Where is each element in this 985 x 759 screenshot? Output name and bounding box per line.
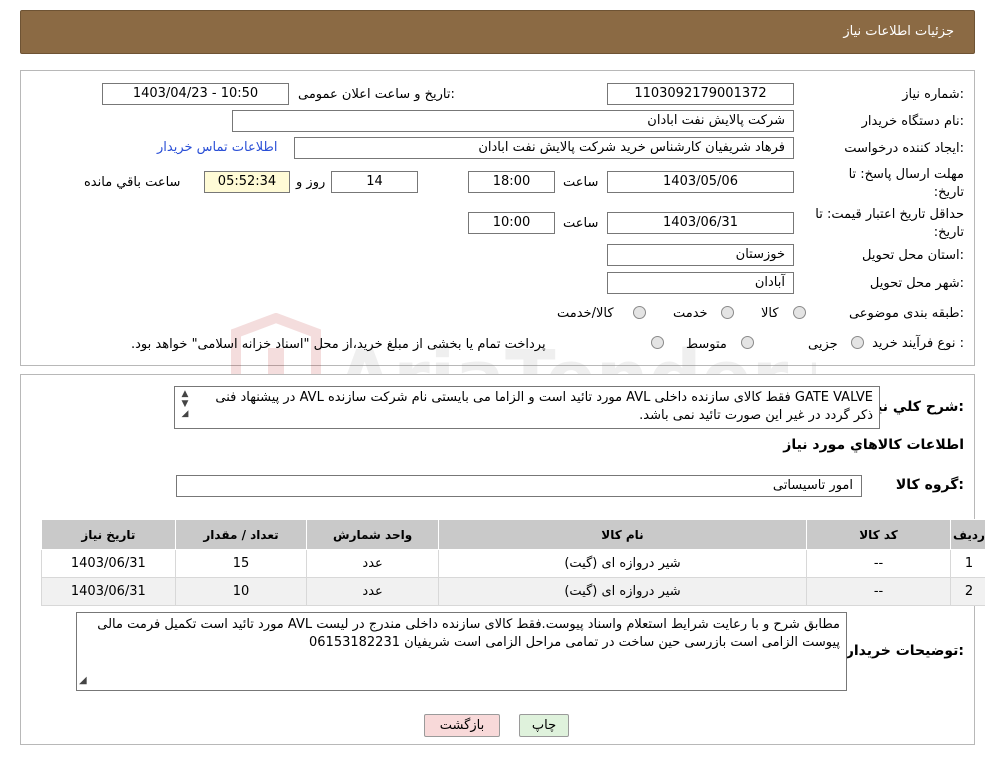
validity-time-field: 10:00 bbox=[468, 212, 555, 234]
cell-qty: 15 bbox=[174, 549, 308, 578]
validity-date-field: 1403/06/31 bbox=[607, 212, 794, 234]
cell-name: شیر دروازه ای (گیت) bbox=[437, 549, 808, 578]
creator-label: ایجاد کننده درخواست: bbox=[844, 141, 964, 156]
table-row: 2 -- شیر دروازه ای (گیت) عدد 10 1403/06/… bbox=[41, 577, 985, 606]
process-label: نوع فرآیند خرید : bbox=[872, 336, 964, 351]
treasury-payment-radio[interactable] bbox=[651, 336, 664, 349]
cell-row: 1 bbox=[949, 549, 985, 578]
col-header-code: کد کالا bbox=[806, 519, 951, 550]
city-label: شهر محل تحویل: bbox=[869, 276, 964, 291]
process-option-minor: جزیی bbox=[808, 337, 838, 352]
deadline-time-label: ساعت bbox=[563, 175, 599, 190]
category-radio-goods[interactable] bbox=[793, 306, 806, 319]
print-button[interactable]: چاپ bbox=[519, 714, 569, 737]
remaining-label: ساعت باقي مانده bbox=[84, 175, 181, 190]
category-label: طبقه بندی موضوعی: bbox=[848, 306, 964, 321]
details-panel: AriaTender.neT شماره نیاز: 1103092179001… bbox=[20, 70, 975, 433]
page-title: جزئیات اطلاعات نیاز bbox=[843, 24, 954, 39]
goods-panel: شرح کلي نياز: ▲ ▼ ◢ GATE VALVE فقط کالای س… bbox=[20, 374, 985, 745]
goods-table: ردیف کد کالا نام کالا واحد شمارش تعداد /… bbox=[41, 519, 985, 606]
validity-label: حداقل تاریخ اعتبار قیمت: تا تاریخ: bbox=[815, 207, 964, 240]
need-number-field: 1103092179001372 bbox=[607, 83, 794, 105]
col-header-qty: تعداد / مقدار bbox=[174, 519, 308, 550]
category-option-service: خدمت bbox=[673, 306, 708, 321]
buyer-org-field: شرکت پالایش نفت ابادان bbox=[232, 110, 794, 132]
col-header-date: تاریخ نیاز bbox=[41, 519, 176, 550]
validity-time-label: ساعت bbox=[563, 216, 599, 231]
announce-date-field: 1403/04/23 - 10:50 bbox=[102, 83, 289, 105]
page-header: جزئیات اطلاعات نیاز bbox=[20, 10, 975, 54]
category-radio-goods-service[interactable] bbox=[633, 306, 646, 319]
category-option-goods: کالا bbox=[761, 306, 779, 321]
city-field: آبادان bbox=[607, 272, 794, 294]
buyer-notes-text: مطابق شرح و با رعایت شرایط استعلام واسنا… bbox=[97, 617, 840, 650]
category-option-goods-service: کالا/خدمت bbox=[557, 306, 614, 321]
goods-group-field: امور تاسیساتی bbox=[176, 475, 862, 497]
description-text: GATE VALVE فقط کالای سازنده داخلی AVL مو… bbox=[215, 390, 873, 423]
buyer-notes-label: توضیحات خریدار: bbox=[845, 643, 964, 659]
cell-name: شیر دروازه ای (گیت) bbox=[437, 577, 808, 606]
deadline-date-field: 1403/05/06 bbox=[607, 171, 794, 193]
cell-code: -- bbox=[806, 549, 951, 578]
buyer-contact-link[interactable]: اطلاعات تماس خریدار bbox=[157, 140, 277, 155]
category-radio-service[interactable] bbox=[721, 306, 734, 319]
days-label: روز و bbox=[296, 175, 326, 190]
process-radio-minor[interactable] bbox=[851, 336, 864, 349]
remaining-time-field: 05:52:34 bbox=[204, 171, 290, 193]
col-header-name: نام کالا bbox=[437, 519, 808, 550]
table-header-row: ردیف کد کالا نام کالا واحد شمارش تعداد /… bbox=[41, 519, 985, 550]
cell-row: 2 bbox=[949, 577, 985, 606]
process-option-medium: متوسط bbox=[686, 337, 727, 352]
cell-qty: 10 bbox=[174, 577, 308, 606]
buyer-org-label: نام دستگاه خریدار: bbox=[861, 114, 964, 129]
process-radio-medium[interactable] bbox=[741, 336, 754, 349]
deadline-label: مهلت ارسال پاسخ: تا تاریخ: bbox=[848, 167, 964, 200]
scroll-arrows-icon[interactable]: ▲ ▼ ◢ bbox=[177, 389, 193, 427]
cell-date: 1403/06/31 bbox=[41, 577, 176, 606]
province-field: خوزستان bbox=[607, 244, 794, 266]
announce-label: تاریخ و ساعت اعلان عمومی: bbox=[298, 87, 455, 102]
goods-section-title: اطلاعات کالاهاي مورد نياز bbox=[783, 437, 964, 453]
treasury-payment-note: پرداخت تمام یا بخشی از مبلغ خرید،از محل … bbox=[131, 337, 546, 352]
deadline-time-field: 18:00 bbox=[468, 171, 555, 193]
province-label: استان محل تحویل: bbox=[862, 248, 964, 263]
cell-date: 1403/06/31 bbox=[41, 549, 176, 578]
description-textarea[interactable]: ▲ ▼ ◢ GATE VALVE فقط کالای سازنده داخلی AV… bbox=[174, 386, 880, 429]
back-button[interactable]: بازگشت bbox=[424, 714, 500, 737]
cell-code: -- bbox=[806, 577, 951, 606]
need-number-label: شماره نیاز: bbox=[902, 87, 964, 102]
cell-unit: عدد bbox=[306, 577, 439, 606]
goods-group-label: گروه کالا: bbox=[895, 477, 964, 493]
table-row: 1 -- شیر دروازه ای (گیت) عدد 15 1403/06/… bbox=[41, 549, 985, 578]
cell-unit: عدد bbox=[306, 549, 439, 578]
col-header-row: ردیف bbox=[949, 519, 985, 550]
resize-grip-icon[interactable]: ◢ bbox=[79, 672, 87, 690]
creator-field: فرهاد شریفیان کارشناس خرید شرکت پالایش ن… bbox=[294, 137, 794, 159]
days-remaining-field: 14 bbox=[331, 171, 418, 193]
col-header-unit: واحد شمارش bbox=[306, 519, 439, 550]
buyer-notes-textarea[interactable]: مطابق شرح و با رعایت شرایط استعلام واسنا… bbox=[76, 612, 847, 691]
